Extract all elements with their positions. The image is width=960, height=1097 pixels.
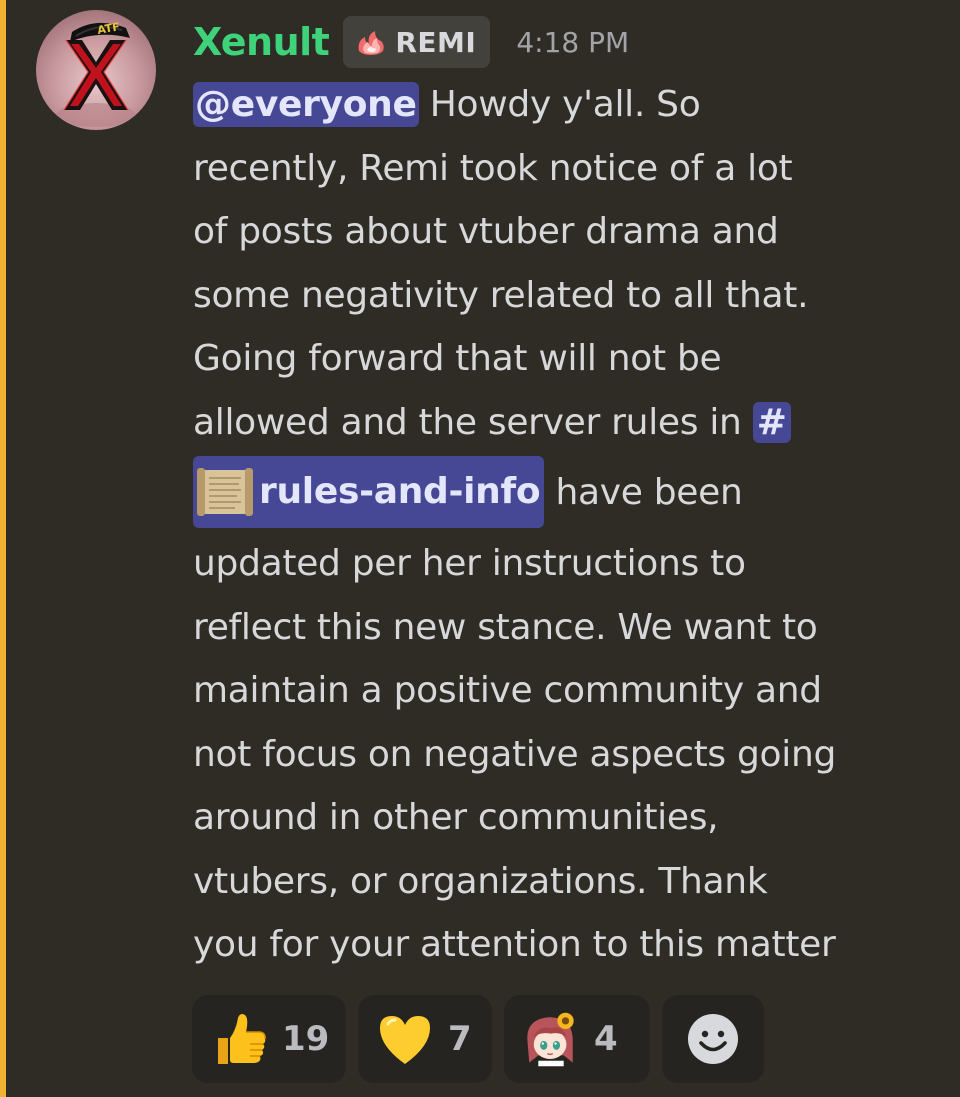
channel-mention[interactable]: rules-and-info (193, 456, 545, 528)
reaction-yellow-heart[interactable]: 7 (358, 995, 492, 1083)
content-line: around in other communities, (193, 797, 719, 838)
server-tag-label: REMI (395, 25, 477, 59)
content-text: Howdy y'all. So (418, 84, 701, 125)
content-line: some negativity related to all that. (193, 274, 809, 316)
channel-name: rules-and-info (259, 471, 541, 512)
message-content: @everyone Howdy y'all. So recently, Remi… (193, 73, 928, 977)
content-line: Going forward that will not be (193, 338, 722, 379)
username[interactable]: Xenult (193, 20, 330, 64)
thumbs-up-emoji-icon (210, 1010, 268, 1068)
timestamp[interactable]: 4:18 PM (516, 26, 629, 59)
reaction-thumbs-up[interactable]: 19 (192, 995, 346, 1083)
content-line: reflect this new stance. We want to (193, 606, 818, 648)
reaction-custom-emoji[interactable]: 4 (504, 995, 650, 1083)
content-text: allowed and the server rules in (193, 401, 753, 443)
avatar[interactable]: ATF (36, 10, 156, 130)
content-line: maintain a positive community and (193, 670, 822, 711)
smiley-add-reaction-icon (688, 1014, 738, 1064)
everyone-mention[interactable]: @everyone (193, 82, 419, 127)
x-logo-avatar-icon: ATF (56, 20, 136, 127)
channel-hash-icon[interactable]: # (752, 401, 791, 443)
mention-highlight-bar (0, 0, 6, 1097)
content-line: of posts about vtuber drama and (193, 211, 779, 252)
content-line: updated per her instructions to (193, 543, 746, 584)
content-line: recently, Remi took notice of a lot (193, 147, 793, 189)
content-line: not focus on negative aspects going (193, 733, 837, 775)
content-line: @everyone Howdy y'all. So (193, 73, 928, 137)
server-tag[interactable]: REMI (343, 16, 491, 68)
anime-girl-sunflower-emoji-icon (522, 1010, 580, 1068)
reaction-count: 19 (282, 1019, 330, 1059)
pink-flame-icon (358, 31, 385, 55)
add-reaction-button[interactable] (662, 995, 764, 1083)
scroll-icon (197, 468, 253, 516)
reactions-bar: 19 7 4 (192, 995, 764, 1083)
content-line: allowed and the server rules in # (193, 391, 928, 455)
reaction-count: 4 (594, 1019, 618, 1059)
content-line: you for your attention to this matter (193, 924, 836, 965)
content-text: have been (544, 472, 743, 513)
message-header: Xenult REMI 4:18 PM (193, 14, 629, 70)
content-line: rules-and-info have been (193, 454, 928, 532)
yellow-heart-emoji-icon (376, 1010, 434, 1068)
content-line: vtubers, or organizations. Thank (193, 860, 768, 902)
reaction-count: 7 (448, 1019, 472, 1059)
